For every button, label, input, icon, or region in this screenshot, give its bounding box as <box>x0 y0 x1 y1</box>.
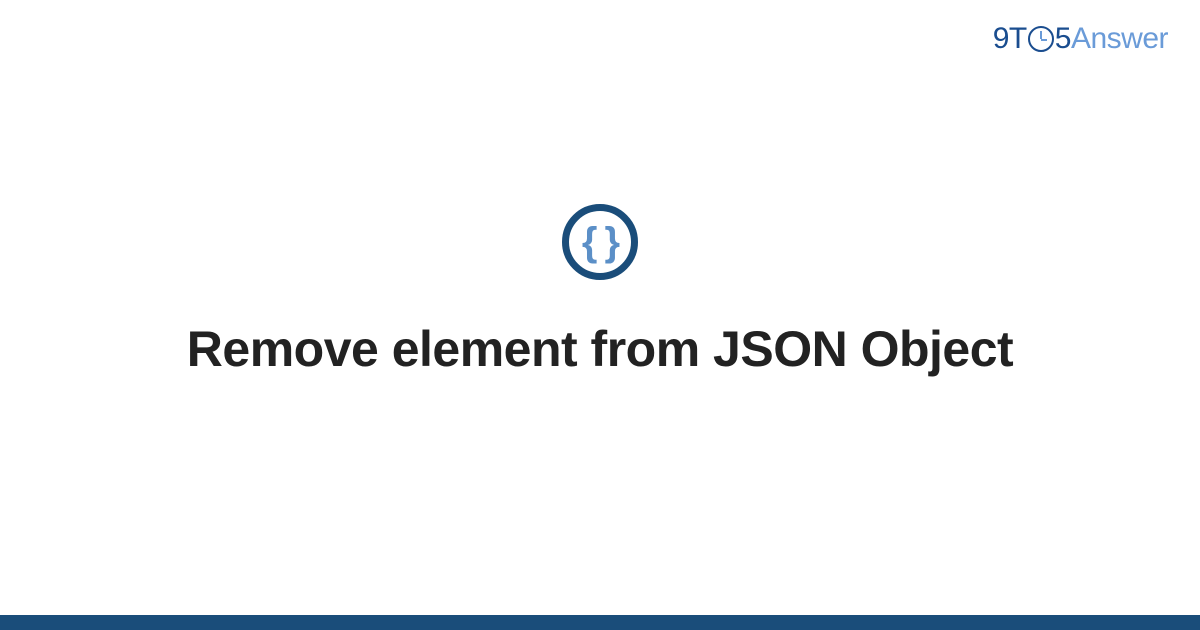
bottom-accent-bar <box>0 615 1200 630</box>
category-icon-circle: { } <box>562 204 638 280</box>
json-braces-icon: { } <box>582 222 618 262</box>
page-title: Remove element from JSON Object <box>187 318 1013 381</box>
main-content: { } Remove element from JSON Object <box>0 0 1200 615</box>
